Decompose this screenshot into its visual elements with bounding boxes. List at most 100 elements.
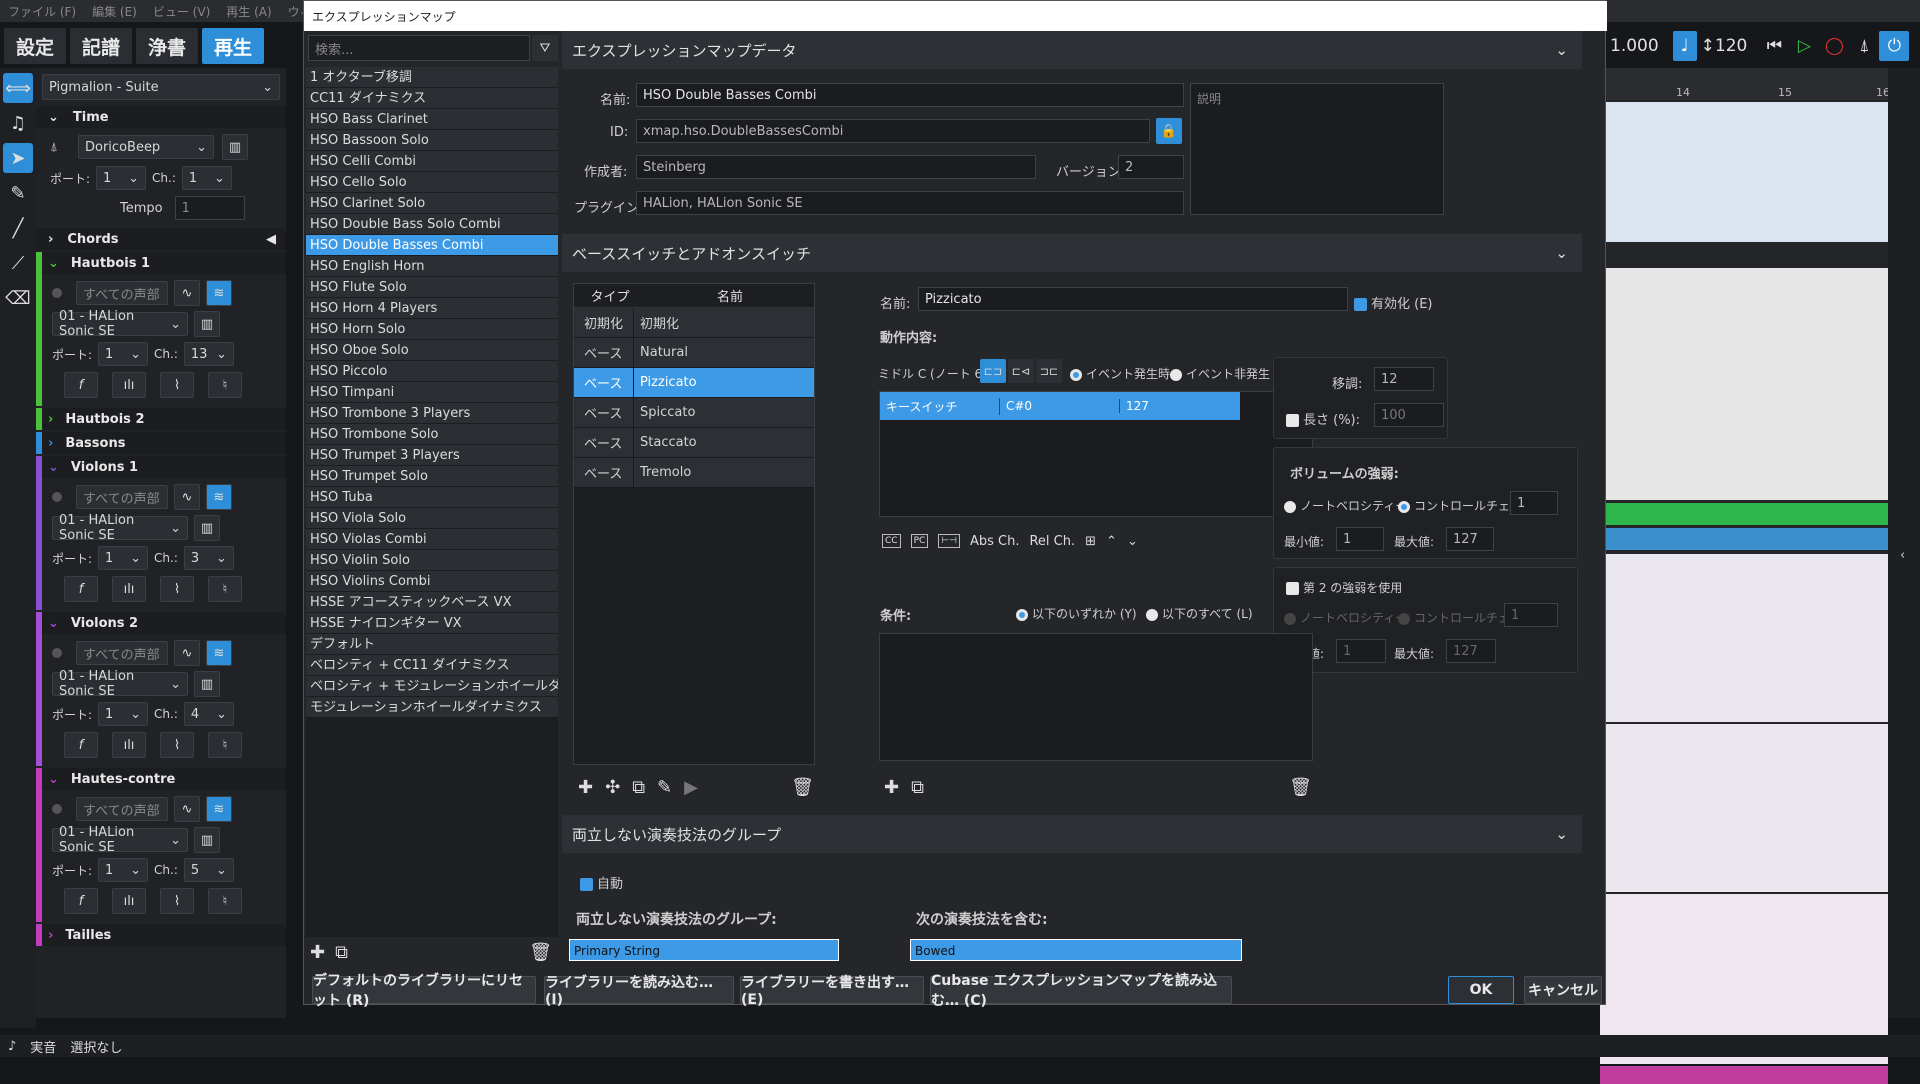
switch-row[interactable]: ベース Staccato (574, 428, 814, 458)
voice-field[interactable]: すべての声部 (76, 797, 168, 821)
play-icon[interactable]: ▷ (1789, 36, 1819, 56)
library-item[interactable]: HSO Tuba (306, 487, 558, 508)
dynamics-icon[interactable]: f (64, 576, 98, 602)
duplicate-icon[interactable]: ⧉ (911, 777, 924, 798)
midi-icon[interactable]: ⟺ (3, 73, 33, 103)
length-field[interactable]: 100 (1374, 403, 1444, 427)
menu-edit[interactable]: 編集 (E) (92, 3, 137, 20)
switch-section-header[interactable]: ベーススイッチとアドオンスイッチ ⌄ (562, 234, 1582, 272)
instrument-dropdown[interactable]: 01 - HALion Sonic SE ⌄ (52, 309, 188, 339)
library-item[interactable]: HSSE アコースティックベース VX (306, 592, 558, 613)
keyswitch-icon[interactable]: ⊢⊣ (938, 534, 960, 548)
dynamics-icon[interactable]: f (64, 372, 98, 398)
switch-row[interactable]: ベース Spiccato (574, 398, 814, 428)
id-field[interactable]: xmap.hso.DoubleBassesCombi (636, 119, 1150, 143)
library-item[interactable]: HSO Cello Solo (306, 172, 558, 193)
library-item[interactable]: デフォルト (306, 634, 558, 655)
track-header[interactable]: › Bassons (42, 432, 286, 454)
channel-dropdown[interactable]: 4 ⌄ (183, 702, 234, 726)
chevron-left-icon[interactable]: ‹ (1900, 548, 1905, 563)
action-row[interactable]: キースイッチ C#0 127 (880, 392, 1240, 420)
library-item[interactable]: HSO Horn Solo (306, 319, 558, 340)
library-item[interactable]: ベロシティ + モジュレーションホイールダイナミクス (306, 676, 558, 697)
auto-checkbox[interactable]: 自動 (580, 873, 623, 892)
port-dropdown[interactable]: 1 ⌄ (98, 342, 149, 366)
library-item[interactable]: モジュレーションホイールダイナミクス (306, 697, 558, 718)
library-item[interactable]: HSSE ナイロンギター VX (306, 613, 558, 634)
max-field[interactable]: 127 (1446, 527, 1494, 551)
piano-icon[interactable]: ▥ (194, 515, 220, 541)
port-dropdown[interactable]: 1 ⌄ (98, 858, 149, 882)
library-item[interactable]: CC11 ダイナミクス (306, 88, 558, 109)
version-field[interactable]: 2 (1118, 155, 1184, 179)
bars-icon[interactable]: ılı (112, 372, 146, 398)
note-input-icon[interactable]: ♪ (8, 1039, 16, 1054)
library-item[interactable]: HSO Clarinet Solo (306, 193, 558, 214)
plugin-field[interactable]: HALion, HALion Sonic SE (636, 191, 1184, 215)
add-icon[interactable]: ✚ (310, 942, 325, 963)
pitch-mode[interactable]: 実音 (30, 1037, 56, 1056)
piano-icon[interactable]: ▥ (194, 827, 220, 853)
search-input[interactable]: 検索... (308, 35, 530, 61)
switch-row[interactable]: ベース Tremolo (574, 458, 814, 488)
library-item[interactable]: HSO Trumpet 3 Players (306, 445, 558, 466)
second-max-field[interactable]: 127 (1446, 639, 1496, 663)
piano-roll-area[interactable]: 14 15 16 (1600, 68, 1890, 1084)
eraser-icon[interactable]: ⌫ (3, 283, 33, 313)
action-mode-icon-2[interactable]: ⊏⊲ (1008, 359, 1034, 383)
library-item[interactable]: HSO Horn 4 Players (306, 298, 558, 319)
power-icon[interactable]: ⏻ (1879, 31, 1910, 61)
group-item[interactable]: Primary String (569, 939, 839, 961)
trash-icon[interactable]: 🗑 (791, 777, 814, 798)
ok-button[interactable]: OK (1448, 976, 1514, 1004)
import-library-button[interactable]: ライブラリーを読み込む… (I) (544, 975, 734, 1008)
tab-write[interactable]: 記譜 (70, 28, 133, 64)
chevron-down-icon[interactable]: ⌄ (1127, 534, 1138, 549)
multi-wave-icon[interactable]: ≋ (206, 484, 232, 510)
action-mode-icon-1[interactable]: ⊏⊐ (980, 359, 1006, 383)
metronome-note-icon[interactable]: ♩ (1672, 31, 1697, 61)
channel-dropdown[interactable]: 1 ⌄ (181, 166, 232, 190)
note-icon[interactable]: ♫ (3, 108, 33, 138)
add-action-icon[interactable]: ⊞ (1085, 534, 1096, 549)
action-mode-icon-3[interactable]: ⊐⊏ (1036, 359, 1062, 383)
cc-icon[interactable]: CC (882, 534, 901, 548)
menu-file[interactable]: ファイル (F) (8, 3, 76, 20)
port-dropdown[interactable]: 1 ⌄ (98, 702, 149, 726)
library-item[interactable]: HSO Violas Combi (306, 529, 558, 550)
second-cc-field[interactable]: 1 (1504, 603, 1558, 627)
control-change-radio[interactable]: コントロールチェン (1398, 497, 1522, 514)
library-item[interactable]: HSO Flute Solo (306, 277, 558, 298)
select-arrow-icon[interactable]: ➤ (3, 143, 33, 173)
multi-wave-icon[interactable]: ≋ (206, 796, 232, 822)
library-item[interactable]: HSO Celli Combi (306, 151, 558, 172)
switch-row[interactable]: ベース Natural (574, 338, 814, 368)
piano-icon[interactable]: ▥ (194, 671, 220, 697)
import-cubase-button[interactable]: Cubase エクスプレッションマップを読み込む… (C) (930, 973, 1232, 1009)
add-addon-icon[interactable]: ✣ (605, 777, 620, 798)
group-section-header[interactable]: 両立しない演奏技法のグループ ⌄ (562, 815, 1582, 853)
cond-any-radio[interactable]: 以下のいずれか (Y) (1016, 605, 1137, 622)
curve-icon[interactable]: ⌇ (160, 576, 194, 602)
switch-row[interactable]: ベース Pizzicato (574, 368, 814, 398)
track-header[interactable]: ⌄ Hautbois 1 (42, 252, 286, 274)
techniques-icon[interactable]: ♮ (208, 732, 242, 758)
instrument-dropdown[interactable]: 01 - HALion Sonic SE ⌄ (52, 513, 188, 543)
record-toggle-icon[interactable] (52, 804, 62, 814)
library-item[interactable]: HSO Timpani (306, 382, 558, 403)
filter-icon[interactable]: ⛛ (532, 35, 558, 61)
record-icon[interactable]: ◯ (1819, 36, 1849, 56)
trash-icon[interactable]: 🗑 (529, 942, 552, 963)
library-item[interactable]: HSO Bass Clarinet (306, 109, 558, 130)
curve-icon[interactable]: ⌇ (160, 732, 194, 758)
tab-setup[interactable]: 設定 (4, 28, 67, 64)
voice-field[interactable]: すべての声部 (76, 485, 168, 509)
tab-play[interactable]: 再生 (202, 28, 265, 64)
instrument-dropdown[interactable]: 01 - HALion Sonic SE ⌄ (52, 825, 188, 855)
second-volume-checkbox[interactable]: 第 2 の強弱を使用 (1286, 579, 1402, 596)
metronome-icon[interactable]: ⍋ (1849, 36, 1879, 56)
library-item[interactable]: HSO Bassoon Solo (306, 130, 558, 151)
export-library-button[interactable]: ライブラリーを書き出す… (E) (740, 975, 924, 1008)
condition-table[interactable] (879, 633, 1313, 761)
techniques-icon[interactable]: ♮ (208, 888, 242, 914)
